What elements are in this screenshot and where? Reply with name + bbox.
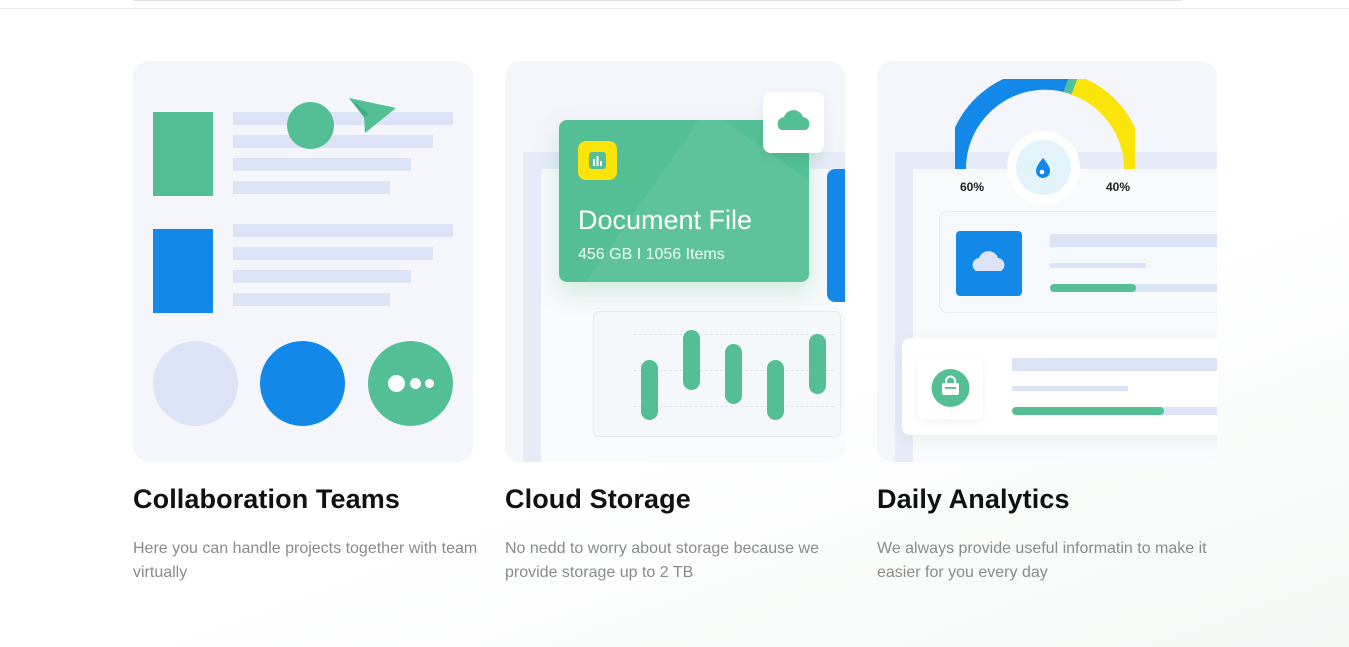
- progress-track: [1012, 407, 1217, 415]
- gauge-right-label: 40%: [1106, 180, 1131, 194]
- progress-fill: [1012, 407, 1164, 415]
- card-description: We always provide useful informatin to m…: [877, 540, 1207, 581]
- progress-track: [1050, 284, 1217, 292]
- text-line: [233, 247, 433, 260]
- chart-pill: [641, 360, 658, 420]
- grid-line: [634, 406, 834, 407]
- card-description: No nedd to worry about storage because w…: [505, 540, 819, 581]
- text-line: [233, 181, 390, 194]
- cloud-icon: [763, 92, 824, 153]
- text-line: [1012, 386, 1128, 391]
- bar-chart-icon: [578, 141, 617, 180]
- shopping-bag-icon: [918, 357, 983, 419]
- chart-pill: [725, 344, 742, 404]
- card-title: Collaboration Teams: [133, 484, 400, 514]
- card-title: Daily Analytics: [877, 484, 1070, 514]
- more-dots-icon: [368, 341, 453, 426]
- text-line: [233, 293, 390, 306]
- document-file-title: Document File: [578, 205, 753, 235]
- blue-side-tab: [827, 169, 845, 302]
- text-line: [1050, 263, 1146, 268]
- text-line: [233, 158, 411, 171]
- progress-fill: [1050, 284, 1136, 292]
- blue-block: [153, 229, 213, 313]
- drop-icon: [1007, 131, 1080, 204]
- grid-line: [634, 334, 834, 335]
- bar-chart-panel: [593, 311, 841, 437]
- document-file-subtitle: 456 GB I 1056 Items: [578, 246, 725, 263]
- cloud-stat-row: [939, 211, 1217, 313]
- cloud-icon: [956, 231, 1022, 296]
- card-description: Here you can handle projects together wi…: [133, 540, 478, 581]
- collaboration-illustration: [133, 61, 473, 462]
- top-divider-line: [133, 0, 1181, 1]
- send-icon: [349, 98, 396, 133]
- text-line: [233, 270, 411, 283]
- card-title: Cloud Storage: [505, 484, 691, 514]
- shopping-stat-row: [902, 338, 1217, 435]
- chart-pill: [767, 360, 784, 420]
- green-circle: [287, 102, 334, 149]
- top-divider: [0, 0, 1349, 9]
- text-line: [1050, 234, 1217, 247]
- blue-circle: [260, 341, 345, 426]
- text-line: [1012, 358, 1217, 371]
- chart-pill: [683, 330, 700, 390]
- text-line: [233, 224, 453, 237]
- cloud-storage-illustration: Document File 456 GB I 1056 Items: [505, 61, 845, 462]
- text-line: [233, 112, 453, 125]
- gauge-left-label: 60%: [960, 180, 985, 194]
- light-circle: [153, 341, 238, 426]
- analytics-illustration: 60% 40%: [877, 61, 1217, 462]
- text-line: [233, 135, 433, 148]
- chart-pill: [809, 334, 826, 394]
- green-block: [153, 112, 213, 196]
